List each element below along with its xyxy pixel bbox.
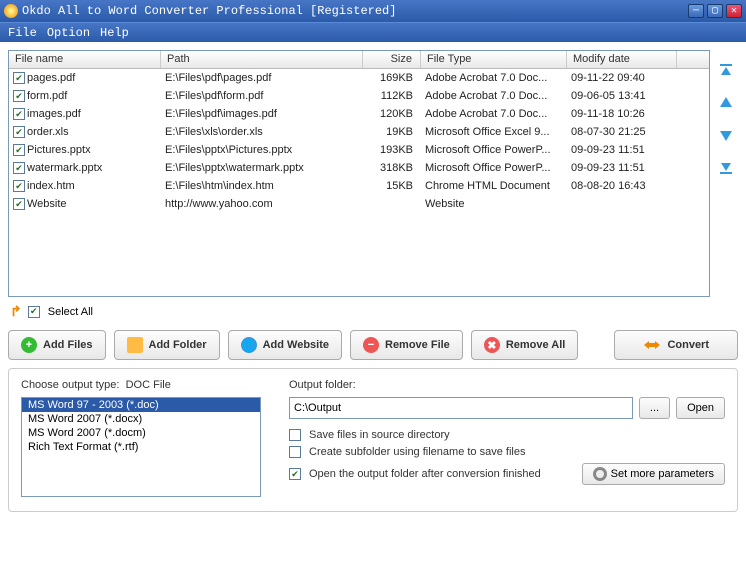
row-checkbox[interactable] bbox=[13, 198, 25, 210]
move-up-button[interactable] bbox=[717, 94, 735, 112]
add-folder-button[interactable]: Add Folder bbox=[114, 330, 220, 360]
move-down-button[interactable] bbox=[717, 126, 735, 144]
table-row[interactable]: index.htmE:\Files\htm\index.htm15KBChrom… bbox=[9, 177, 709, 195]
output-type-item[interactable]: MS Word 97 - 2003 (*.doc) bbox=[22, 398, 260, 412]
titlebar: Okdo All to Word Converter Professional … bbox=[0, 0, 746, 22]
table-header: File name Path Size File Type Modify dat… bbox=[9, 51, 709, 69]
gear-icon bbox=[593, 467, 607, 481]
menubar: File Option Help bbox=[0, 22, 746, 42]
file-table: File name Path Size File Type Modify dat… bbox=[8, 50, 710, 297]
reorder-arrows bbox=[714, 50, 738, 297]
open-button[interactable]: Open bbox=[676, 397, 725, 419]
output-type-item[interactable]: Rich Text Format (*.rtf) bbox=[22, 440, 260, 454]
menu-option[interactable]: Option bbox=[47, 26, 90, 40]
save-source-checkbox[interactable] bbox=[289, 429, 301, 441]
col-path[interactable]: Path bbox=[161, 51, 363, 68]
col-date[interactable]: Modify date bbox=[567, 51, 677, 68]
table-row[interactable]: Pictures.pptxE:\Files\pptx\Pictures.pptx… bbox=[9, 141, 709, 159]
row-checkbox[interactable] bbox=[13, 72, 25, 84]
row-checkbox[interactable] bbox=[13, 108, 25, 120]
move-bottom-button[interactable] bbox=[717, 158, 735, 176]
col-size[interactable]: Size bbox=[363, 51, 421, 68]
menu-file[interactable]: File bbox=[8, 26, 37, 40]
choose-output-label: Choose output type: bbox=[21, 379, 119, 391]
move-top-button[interactable] bbox=[717, 62, 735, 80]
create-subfolder-label: Create subfolder using filename to save … bbox=[309, 446, 525, 458]
table-row[interactable]: order.xlsE:\Files\xls\order.xls19KBMicro… bbox=[9, 123, 709, 141]
col-name[interactable]: File name bbox=[9, 51, 161, 68]
open-after-label: Open the output folder after conversion … bbox=[309, 468, 541, 480]
row-checkbox[interactable] bbox=[13, 162, 25, 174]
row-checkbox[interactable] bbox=[13, 126, 25, 138]
table-row[interactable]: watermark.pptxE:\Files\pptx\watermark.pp… bbox=[9, 159, 709, 177]
row-checkbox[interactable] bbox=[13, 180, 25, 192]
folder-icon bbox=[127, 337, 143, 353]
row-checkbox[interactable] bbox=[13, 90, 25, 102]
select-all-checkbox[interactable] bbox=[28, 306, 40, 318]
convert-button[interactable]: Convert bbox=[614, 330, 738, 360]
row-checkbox[interactable] bbox=[13, 144, 25, 156]
convert-icon bbox=[643, 339, 661, 351]
minimize-button[interactable]: ─ bbox=[688, 4, 704, 18]
output-folder-input[interactable] bbox=[289, 397, 633, 419]
add-files-button[interactable]: +Add Files bbox=[8, 330, 106, 360]
output-type-item[interactable]: MS Word 2007 (*.docx) bbox=[22, 412, 260, 426]
browse-button[interactable]: ... bbox=[639, 397, 670, 419]
table-row[interactable]: form.pdfE:\Files\pdf\form.pdf112KBAdobe … bbox=[9, 87, 709, 105]
col-type[interactable]: File Type bbox=[421, 51, 567, 68]
table-row[interactable]: pages.pdfE:\Files\pdf\pages.pdf169KBAdob… bbox=[9, 69, 709, 87]
output-folder-label: Output folder: bbox=[289, 379, 725, 391]
select-all-label: Select All bbox=[48, 306, 93, 318]
plus-icon: + bbox=[21, 337, 37, 353]
add-website-button[interactable]: 🌐Add Website bbox=[228, 330, 342, 360]
remove-all-button[interactable]: ✖Remove All bbox=[471, 330, 579, 360]
table-row[interactable]: Websitehttp://www.yahoo.comWebsite bbox=[9, 195, 709, 213]
globe-icon: 🌐 bbox=[241, 337, 257, 353]
maximize-button[interactable]: ▢ bbox=[707, 4, 723, 18]
menu-help[interactable]: Help bbox=[100, 26, 129, 40]
set-more-parameters-button[interactable]: Set more parameters bbox=[582, 463, 725, 485]
output-type-listbox[interactable]: MS Word 97 - 2003 (*.doc) MS Word 2007 (… bbox=[21, 397, 261, 497]
save-source-label: Save files in source directory bbox=[309, 429, 450, 441]
output-type-item[interactable]: MS Word 2007 (*.docm) bbox=[22, 426, 260, 440]
open-after-checkbox[interactable] bbox=[289, 468, 301, 480]
up-arrow-icon: ↰ bbox=[10, 303, 22, 320]
minus-icon: − bbox=[363, 337, 379, 353]
choose-output-value: DOC File bbox=[126, 379, 171, 391]
table-row[interactable]: images.pdfE:\Files\pdf\images.pdf120KBAd… bbox=[9, 105, 709, 123]
remove-all-icon: ✖ bbox=[484, 337, 500, 353]
close-button[interactable]: ✕ bbox=[726, 4, 742, 18]
remove-file-button[interactable]: −Remove File bbox=[350, 330, 463, 360]
app-icon bbox=[4, 4, 18, 18]
window-title: Okdo All to Word Converter Professional … bbox=[22, 4, 688, 18]
create-subfolder-checkbox[interactable] bbox=[289, 446, 301, 458]
